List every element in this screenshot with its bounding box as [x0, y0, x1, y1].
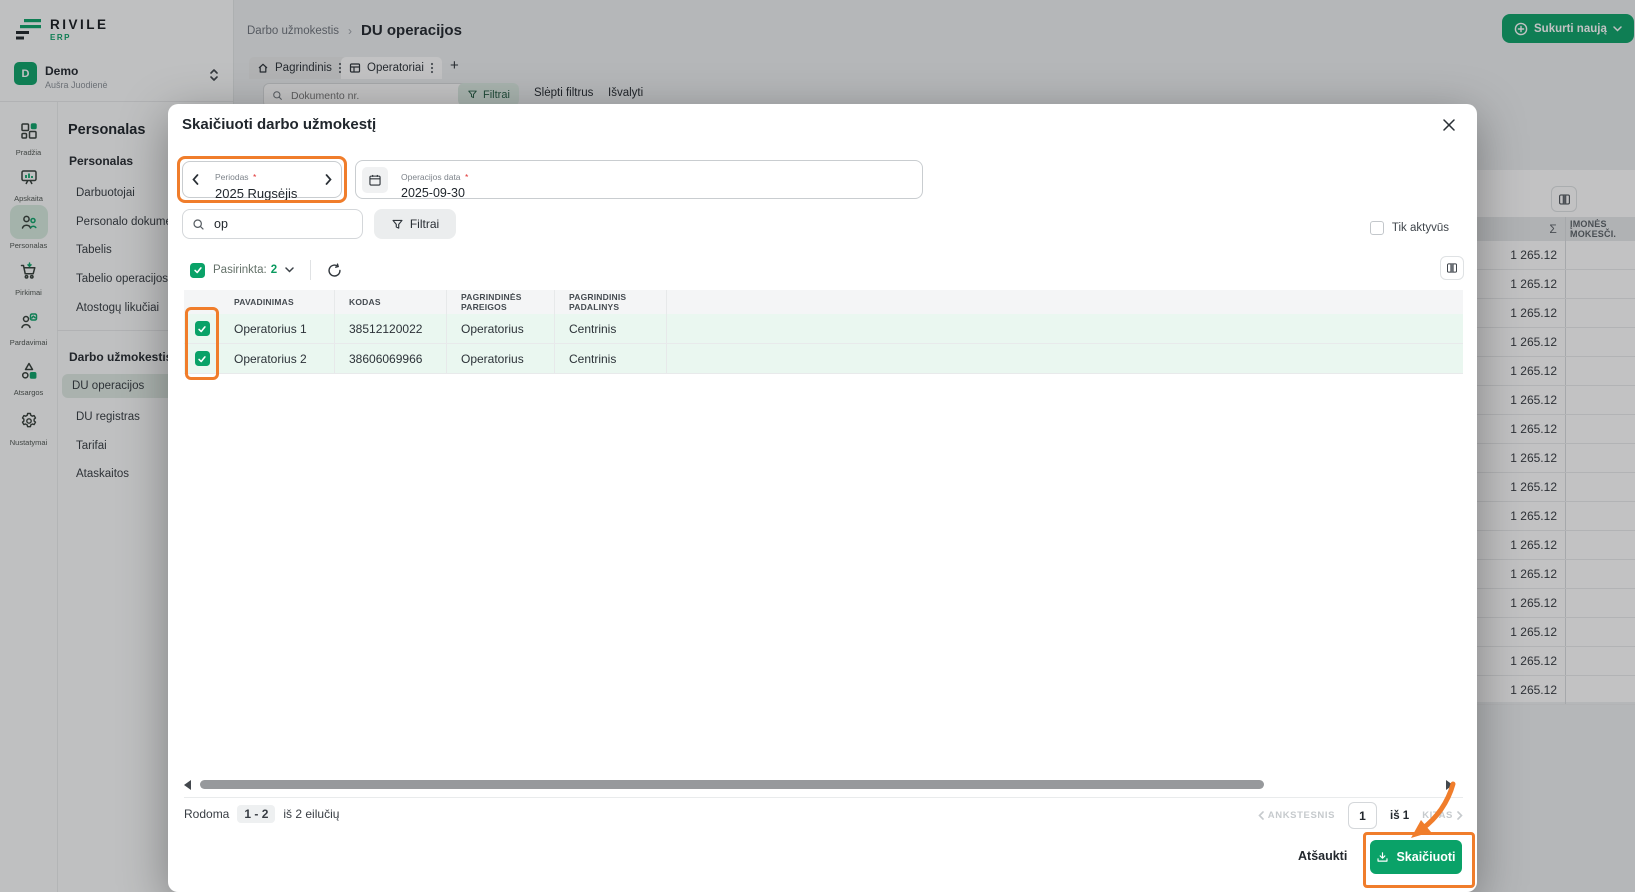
period-label: Periodas	[215, 172, 249, 182]
operators-table: PAVADINIMAS KODAS PAGRINDINĖS PAREIGOS P…	[184, 290, 1463, 374]
operation-date-field[interactable]: Operacijos data * 2025-09-30	[355, 160, 923, 199]
date-label: Operacijos data	[401, 172, 461, 182]
search-icon	[192, 218, 205, 231]
select-all-checkbox[interactable]	[190, 263, 205, 278]
required-mark: *	[253, 172, 256, 182]
chevron-left-icon[interactable]	[192, 174, 199, 185]
selected-count: 2	[271, 264, 277, 276]
column-header-pavadinimas[interactable]: PAVADINIMAS	[220, 297, 334, 307]
column-header-pareigos[interactable]: PAGRINDINĖS PAREIGOS	[446, 290, 554, 314]
only-active-toggle[interactable]: Tik aktyvūs	[1370, 221, 1449, 235]
calculate-button[interactable]: Skaičiuoti	[1370, 840, 1462, 874]
rows-range-badge: 1 - 2	[237, 805, 275, 823]
cell-position: Operatorius	[446, 314, 554, 343]
cell-name: Operatorius 1	[220, 322, 334, 336]
period-value: 2025 Rugsėjis	[215, 186, 297, 201]
page-number-box[interactable]: 1	[1348, 802, 1377, 829]
table-header-row: PAVADINIMAS KODAS PAGRINDINĖS PAREIGOS P…	[184, 290, 1463, 314]
showing-label: Rodoma	[184, 807, 229, 821]
column-header-kodas[interactable]: KODAS	[334, 290, 446, 314]
refresh-icon[interactable]	[327, 263, 342, 278]
modal-title: Skaičiuoti darbo užmokestį	[182, 116, 376, 133]
calculate-icon	[1376, 851, 1389, 864]
required-mark: *	[465, 172, 468, 182]
modal-filters-button[interactable]: Filtrai	[374, 209, 456, 239]
modal-search-field[interactable]	[182, 209, 363, 239]
period-field[interactable]: Periodas * 2025 Rugsėjis	[182, 161, 342, 198]
cell-code: 38512120022	[334, 314, 446, 343]
annotation-arrow	[1406, 780, 1460, 844]
column-settings-icon[interactable]	[1440, 256, 1464, 280]
row-checkbox[interactable]	[195, 351, 210, 366]
previous-page-button[interactable]: ANKSTESNIS	[1258, 810, 1335, 821]
chevron-right-icon[interactable]	[325, 174, 332, 185]
scroll-left-arrow[interactable]	[184, 780, 191, 790]
only-active-checkbox[interactable]	[1370, 221, 1384, 235]
rows-summary: Rodoma 1 - 2 iš 2 eilučių	[184, 805, 339, 823]
only-active-label: Tik aktyvūs	[1392, 222, 1449, 234]
column-header-padalinys[interactable]: PAGRINDINIS PADALINYS	[554, 290, 666, 314]
calendar-icon[interactable]	[362, 167, 388, 193]
previous-label: ANKSTESNIS	[1268, 810, 1335, 821]
rows-total-label: iš 2 eilučių	[283, 807, 339, 821]
cell-department: Centrinis	[554, 344, 666, 373]
calculate-label: Skaičiuoti	[1396, 850, 1455, 864]
date-value: 2025-09-30	[401, 186, 468, 200]
chevron-down-icon[interactable]	[285, 267, 294, 273]
cancel-button[interactable]: Atšaukti	[1298, 849, 1347, 863]
selection-toolbar: Pasirinkta: 2	[190, 260, 342, 280]
table-row-operatorius-1[interactable]: Operatorius 1 38512120022 Operatorius Ce…	[184, 314, 1463, 344]
cell-department: Centrinis	[554, 314, 666, 343]
close-icon[interactable]	[1443, 119, 1455, 131]
calculate-salary-modal: Skaičiuoti darbo užmokestį Periodas * 20…	[168, 104, 1477, 892]
cell-position: Operatorius	[446, 344, 554, 373]
horizontal-scrollbar-thumb[interactable]	[200, 780, 1264, 789]
funnel-icon	[391, 218, 404, 231]
cell-name: Operatorius 2	[220, 352, 334, 366]
divider	[310, 260, 311, 280]
app-root: { "colors": {"accent_green": "#0aa268", …	[0, 0, 1635, 892]
modal-search-input[interactable]	[212, 216, 377, 232]
selected-label: Pasirinkta:	[213, 264, 267, 276]
cell-code: 38606069966	[334, 344, 446, 373]
row-checkbox[interactable]	[195, 321, 210, 336]
divider	[184, 797, 1463, 798]
modal-filters-label: Filtrai	[410, 217, 439, 231]
table-row-operatorius-2[interactable]: Operatorius 2 38606069966 Operatorius Ce…	[184, 344, 1463, 374]
